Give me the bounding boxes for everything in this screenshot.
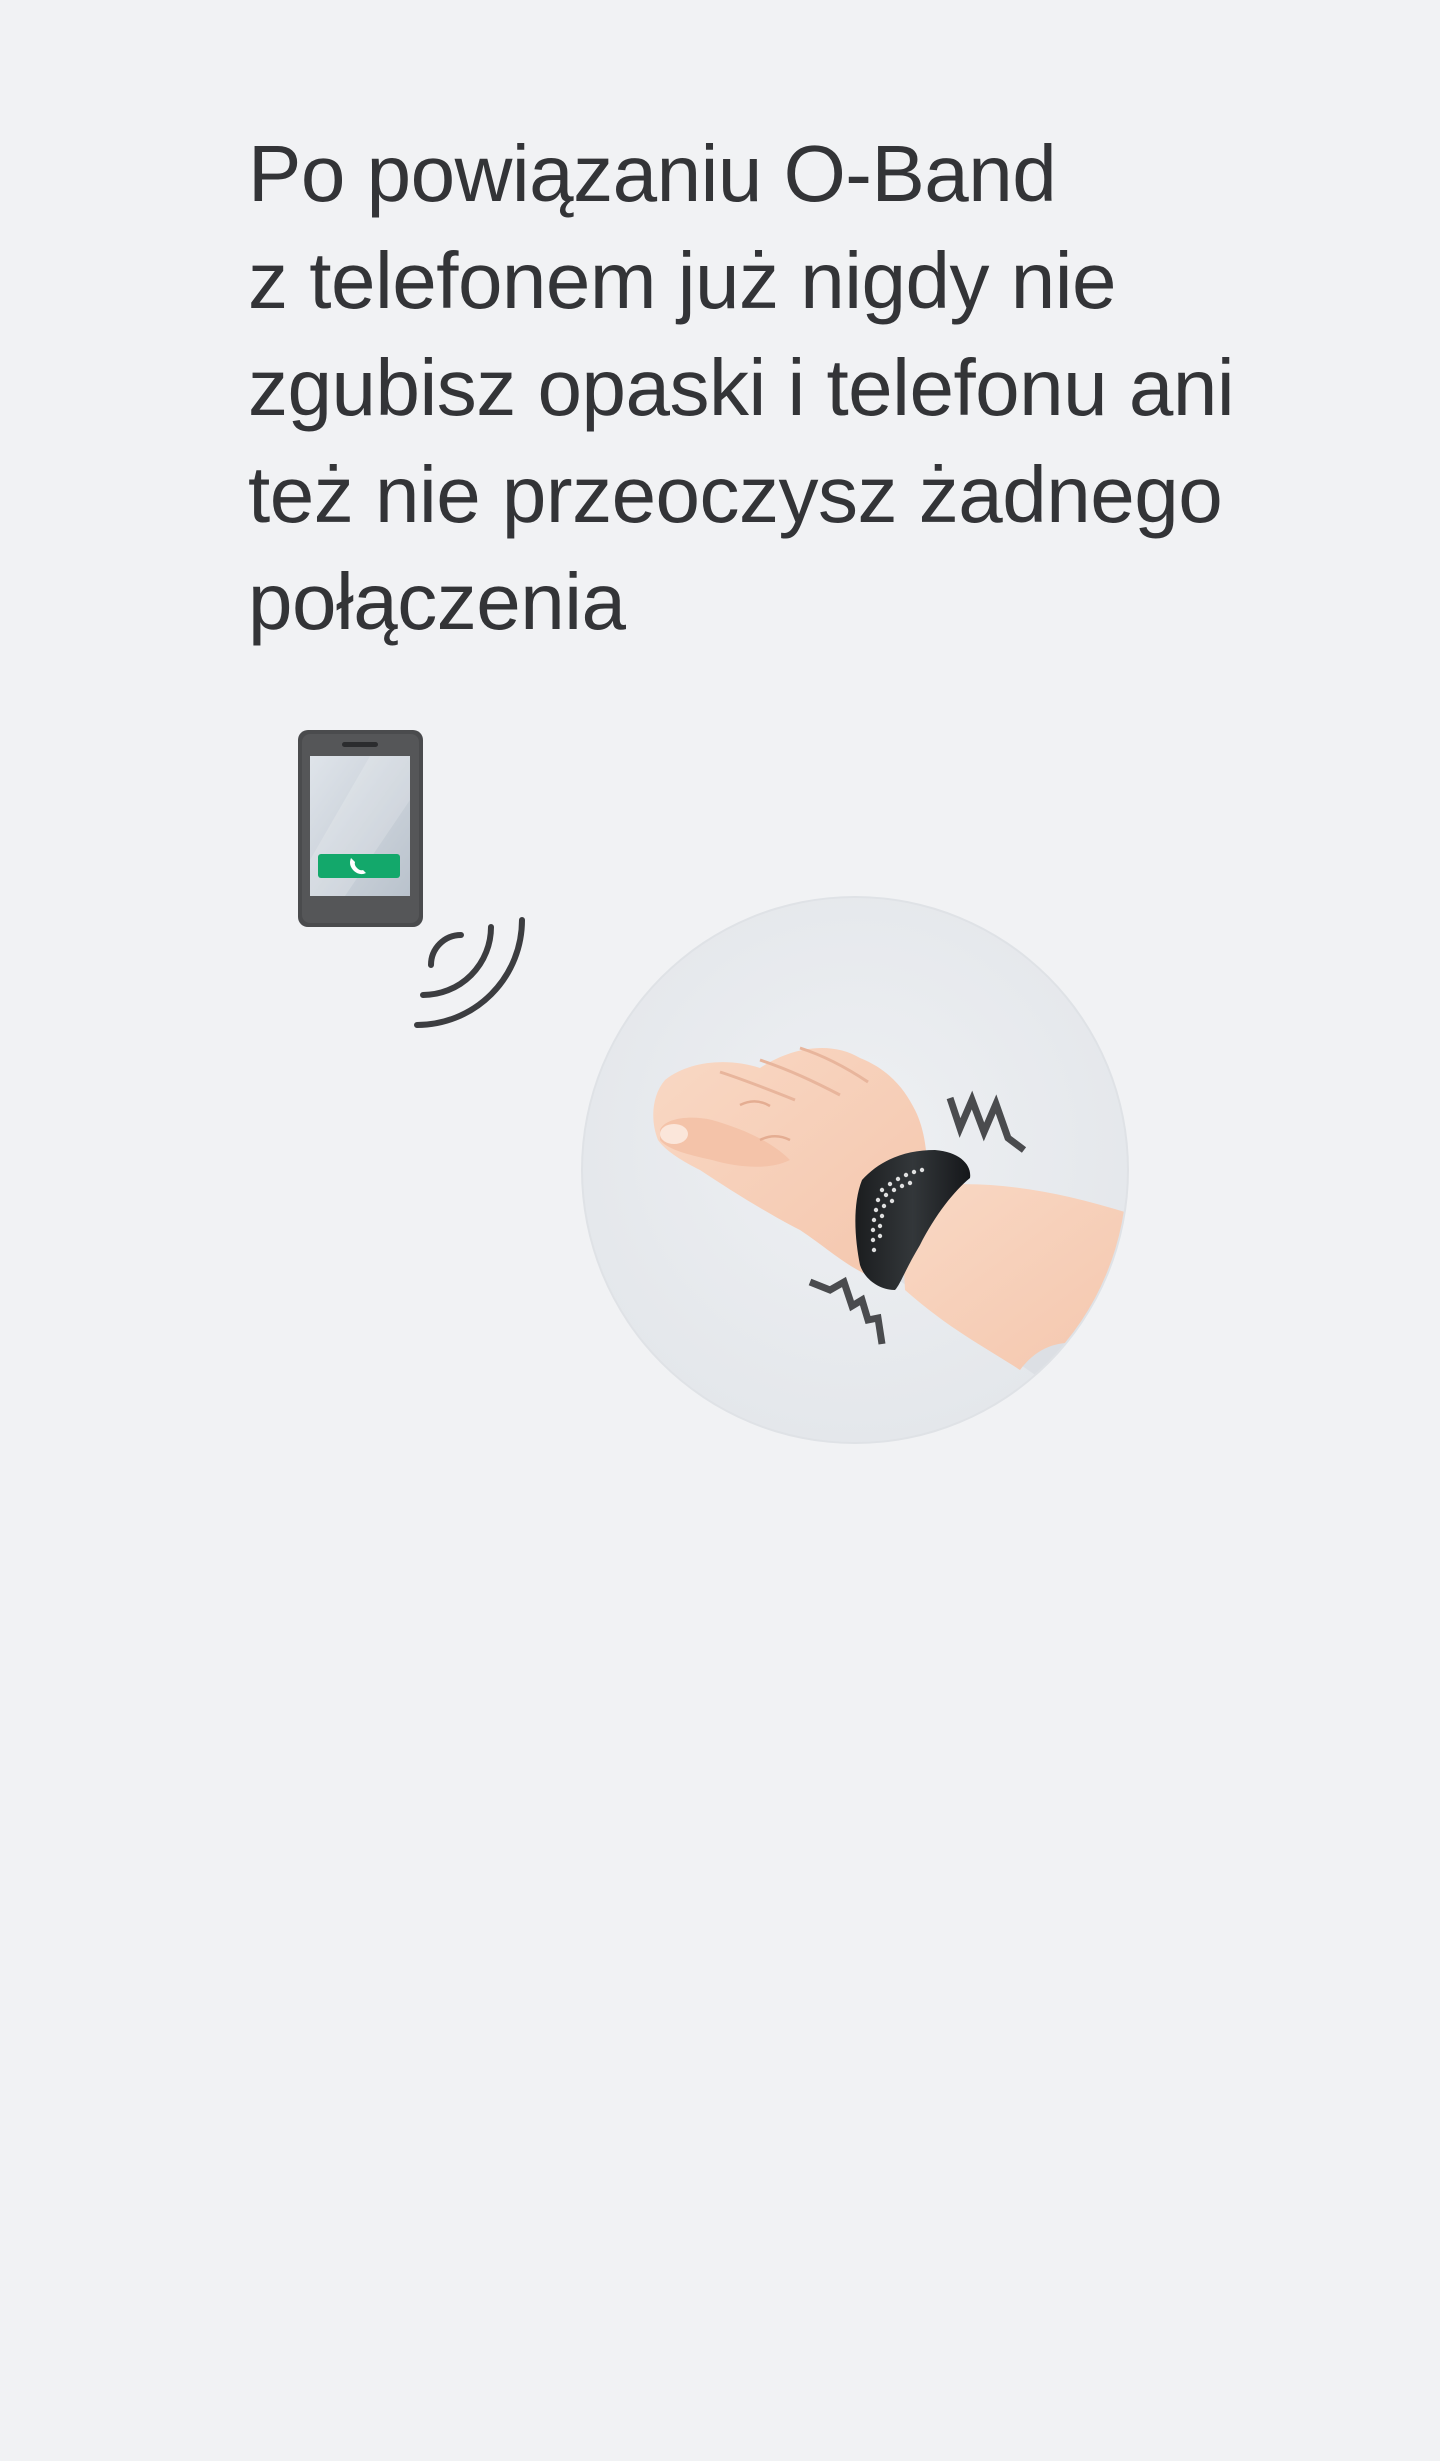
- wireless-signal-waves-icon: [414, 917, 525, 1028]
- phone-with-incoming-call-icon: [298, 730, 423, 927]
- band-phone-illustration: [298, 730, 1129, 1444]
